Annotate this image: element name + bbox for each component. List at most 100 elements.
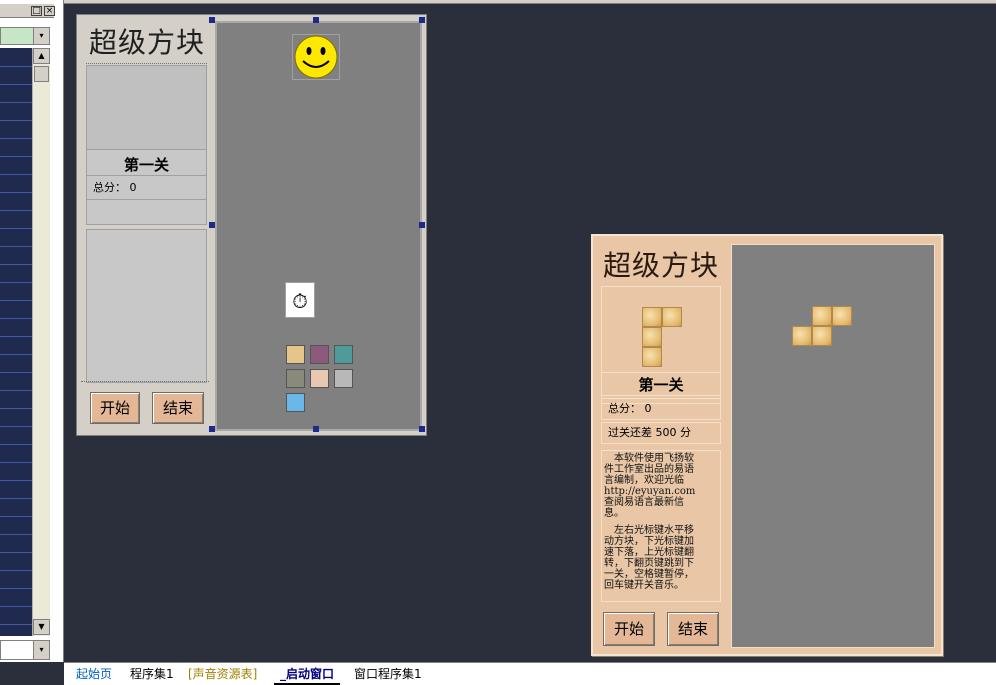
object-selector[interactable]: ▾ (0, 27, 50, 45)
description-text: 本软件使用飞扬软 件工作室出品的易语 言编制，欢迎光临 http://eyuyan.c… (601, 450, 721, 602)
end-button[interactable]: 结束 (152, 392, 204, 424)
description-line: 动方块，下光标键加 (604, 536, 694, 547)
list-row-divider (0, 588, 32, 589)
resize-handle[interactable] (313, 17, 319, 23)
score-value: 0 (644, 402, 652, 415)
description-line: http://eyuyan.com (604, 486, 696, 497)
left-panel: □ × ▾ ▲ ▼ ▾ (0, 0, 64, 662)
list-row-divider (0, 84, 32, 85)
list-row-divider (0, 408, 32, 409)
block-swatch[interactable] (286, 345, 305, 364)
title-divider (86, 63, 207, 64)
score-row: 总分： 0 (87, 178, 206, 200)
next-piece-preview[interactable] (87, 66, 206, 150)
score-row: 总分： 0 (601, 398, 721, 420)
description-line: 言编制，欢迎光临 (604, 475, 684, 486)
next-block (642, 327, 662, 347)
smiley-icon[interactable] (292, 34, 340, 80)
block-swatch[interactable] (286, 393, 305, 412)
block-swatch[interactable] (334, 345, 353, 364)
resize-handle[interactable] (209, 222, 215, 228)
tab-sound-resources[interactable]: [声音资源表] (182, 666, 263, 683)
list-row-divider (0, 570, 32, 571)
tab-startup-window[interactable]: _启动窗口 (274, 666, 341, 685)
tab-bar: 起始页 程序集1 [声音资源表] _启动窗口 窗口程序集1 (64, 662, 996, 685)
description-line: 一关，空格键暂停， (604, 569, 694, 580)
description-line: 件工作室出品的易语 (604, 464, 694, 475)
list-row-divider (0, 102, 32, 103)
resize-handle[interactable] (419, 222, 425, 228)
list-row-divider (0, 372, 32, 373)
block-swatch[interactable] (334, 369, 353, 388)
resize-handle[interactable] (209, 17, 215, 23)
list-row-divider (0, 534, 32, 535)
end-button[interactable]: 结束 (667, 612, 719, 646)
remaining-score-text: 过关还差 500 分 (601, 422, 721, 444)
level-label: 第一关 (87, 154, 206, 176)
list-row-divider (0, 264, 32, 265)
form-title[interactable]: 超级方块 (89, 21, 205, 61)
description-line: 转，下翻页键跳到下 (604, 558, 694, 569)
top-toolbar-edge (64, 0, 996, 4)
start-button[interactable]: 开始 (603, 612, 655, 646)
description-line: 回车键开关音乐。 (604, 580, 684, 591)
scroll-up-button[interactable]: ▲ (33, 48, 50, 64)
list-row-divider (0, 552, 32, 553)
design-form[interactable]: 超级方块 第一关 总分： 0 开始 结束 (76, 14, 427, 436)
list-row-divider (0, 354, 32, 355)
info-panel[interactable]: 第一关 总分： 0 (86, 65, 207, 225)
chevron-down-icon[interactable]: ▾ (33, 28, 49, 44)
vertical-scrollbar[interactable]: ▲ ▼ (32, 48, 50, 636)
list-row-divider (0, 120, 32, 121)
level-label: 第一关 (601, 372, 721, 396)
list-row-divider (0, 426, 32, 427)
list-row-divider (0, 606, 32, 607)
list-row-divider (0, 444, 32, 445)
tab-start-page[interactable]: 起始页 (70, 666, 118, 683)
tab-window-program-set[interactable]: 窗口程序集1 (348, 666, 428, 683)
list-row-divider (0, 516, 32, 517)
bottom-selector[interactable]: ▾ (0, 640, 50, 660)
scroll-thumb[interactable] (34, 66, 49, 82)
falling-block (812, 326, 832, 346)
block-swatch[interactable] (310, 345, 329, 364)
score-label: 总分： (608, 402, 641, 415)
list-row-divider (0, 228, 32, 229)
resize-handle[interactable] (419, 17, 425, 23)
falling-block (812, 306, 832, 326)
list-row-divider (0, 66, 32, 67)
chevron-down-icon[interactable]: ▾ (33, 641, 49, 659)
next-block (642, 307, 662, 327)
score-value: 0 (129, 181, 137, 194)
game-window[interactable]: 超级方块 第一关 总分： 0 过关还差 500 分 本软件使用飞扬软 件工作室出品… (591, 234, 943, 656)
resize-handle[interactable] (313, 426, 319, 432)
list-row-divider (0, 624, 32, 625)
list-row-divider (0, 480, 32, 481)
game-title: 超级方块 (603, 249, 720, 282)
list-row-divider (0, 210, 32, 211)
list-row-divider (0, 300, 32, 301)
list-row-divider (0, 246, 32, 247)
play-field[interactable] (731, 244, 935, 648)
falling-block (792, 326, 812, 346)
start-button[interactable]: 开始 (90, 392, 140, 424)
block-swatch[interactable] (286, 369, 305, 388)
close-button[interactable]: × (44, 6, 55, 16)
falling-block (832, 306, 852, 326)
list-row-divider (0, 462, 32, 463)
description-line: 本软件使用飞扬软 (604, 453, 694, 464)
tab-program-set[interactable]: 程序集1 (124, 666, 180, 683)
list-row-divider (0, 282, 32, 283)
maximize-button[interactable]: □ (31, 6, 42, 16)
resize-handle[interactable] (209, 426, 215, 432)
property-list[interactable] (0, 48, 32, 636)
description-line: 左右光标键水平移 (604, 525, 694, 536)
remaining-row (87, 202, 206, 224)
timer-icon[interactable]: ⏱ (285, 282, 315, 318)
resize-handle[interactable] (419, 426, 425, 432)
scroll-down-button[interactable]: ▼ (33, 619, 50, 635)
score-label: 总分： (93, 181, 126, 194)
block-swatch[interactable] (310, 369, 329, 388)
description-area[interactable] (86, 229, 207, 383)
list-row-divider (0, 336, 32, 337)
